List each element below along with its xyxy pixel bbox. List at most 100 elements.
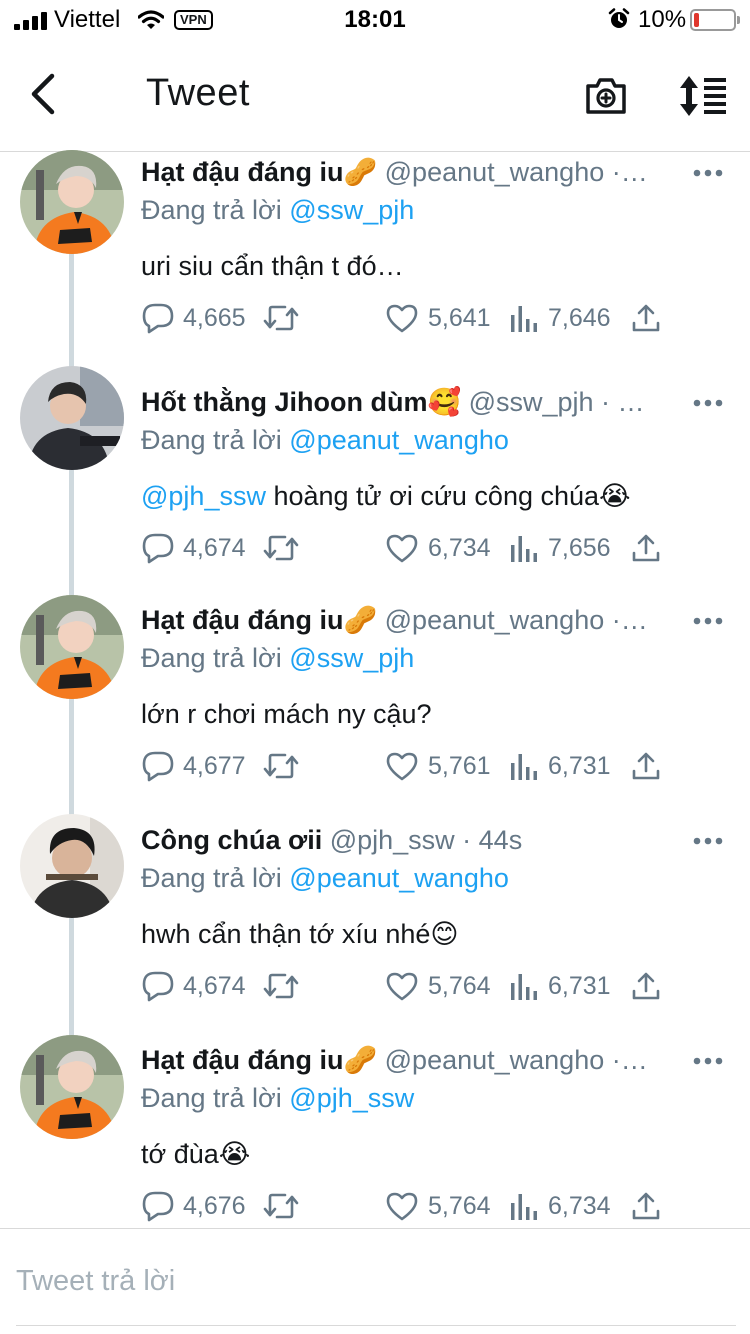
- heart-icon: [386, 1192, 418, 1221]
- heart-icon: [386, 304, 418, 333]
- alarm-icon: [608, 8, 630, 28]
- reply-mention-link[interactable]: @ssw_pjh: [289, 195, 414, 225]
- tweet-body: lớn r chơi mách ny cậu?: [141, 699, 432, 729]
- retweet-button[interactable]: [262, 748, 300, 784]
- retweet-button[interactable]: [262, 1188, 300, 1224]
- share-button[interactable]: [632, 968, 660, 1004]
- retweet-icon: [263, 753, 299, 779]
- author-handle: @pjh_ssw · 44s: [329, 825, 523, 855]
- retweet-icon: [263, 535, 299, 561]
- tweet-text: hwh cẩn thận tớ xíu nhé😊: [141, 914, 459, 954]
- replying-to-label: Đang trả lời: [141, 1083, 282, 1113]
- text-mention-link[interactable]: @pjh_ssw: [141, 481, 266, 511]
- retweet-button[interactable]: [262, 530, 300, 566]
- reply-count: 4,665: [183, 303, 246, 332]
- share-button[interactable]: [632, 748, 660, 784]
- reply-button[interactable]: 4,674: [141, 530, 246, 566]
- tweet-1[interactable]: Hạt đậu đáng iu🥜 @peanut_wangho ·… Đang …: [0, 150, 750, 342]
- more-options-icon[interactable]: [692, 398, 724, 408]
- views-button[interactable]: 6,734: [510, 1188, 611, 1224]
- retweet-button[interactable]: [262, 968, 300, 1004]
- more-options-icon[interactable]: [692, 1056, 724, 1066]
- author-name[interactable]: Hạt đậu đáng iu🥜: [141, 157, 377, 187]
- status-bar: Viettel VPN 18:01 10%: [0, 0, 750, 40]
- tweet-2[interactable]: Hốt thằng Jihoon dùm🥰 @ssw_pjh · … Đang …: [0, 366, 750, 572]
- retweet-icon: [263, 305, 299, 331]
- share-button[interactable]: [632, 530, 660, 566]
- author-handle: @ssw_pjh · …: [468, 387, 645, 417]
- like-button[interactable]: 5,761: [386, 748, 491, 784]
- reply-mention-link[interactable]: @pjh_ssw: [289, 1083, 414, 1113]
- camera-add-icon[interactable]: [584, 74, 628, 116]
- share-button[interactable]: [632, 300, 660, 336]
- views-button[interactable]: 7,646: [510, 300, 611, 336]
- views-button[interactable]: 6,731: [510, 748, 611, 784]
- reply-mention-link[interactable]: @peanut_wangho: [289, 863, 509, 893]
- tweet-actions: 4,674 6,734 7,656: [0, 530, 750, 566]
- reply-mention-link[interactable]: @peanut_wangho: [289, 425, 509, 455]
- views-button[interactable]: 6,731: [510, 968, 611, 1004]
- tweet-header: Công chúa ơii @pjh_ssw · 44s: [141, 820, 689, 860]
- tweet-header: Hạt đậu đáng iu🥜 @peanut_wangho ·…: [141, 152, 689, 192]
- retweet-button[interactable]: [262, 300, 300, 336]
- share-icon: [632, 534, 660, 562]
- reply-button[interactable]: 4,676: [141, 1188, 246, 1224]
- tweet-3[interactable]: Hạt đậu đáng iu🥜 @peanut_wangho ·… Đang …: [0, 595, 750, 790]
- author-name[interactable]: Công chúa ơii: [141, 825, 322, 855]
- like-count: 5,764: [428, 971, 491, 1000]
- like-count: 6,734: [428, 533, 491, 562]
- author-handle: @peanut_wangho ·…: [384, 157, 648, 187]
- tweet-body: tớ đùa😭: [141, 1139, 251, 1169]
- heart-icon: [386, 972, 418, 1001]
- view-count: 6,731: [548, 971, 611, 1000]
- avatar[interactable]: [20, 366, 124, 470]
- reply-icon: [142, 533, 174, 564]
- view-count: 7,646: [548, 303, 611, 332]
- like-button[interactable]: 6,734: [386, 530, 491, 566]
- tweet-5[interactable]: Hạt đậu đáng iu🥜 @peanut_wangho ·… Đang …: [0, 1035, 750, 1230]
- tweet-text: uri siu cẩn thận t đó…: [141, 246, 404, 286]
- battery-icon: [690, 9, 740, 31]
- replying-to-label: Đang trả lời: [141, 195, 282, 225]
- views-chart-icon: [511, 536, 537, 562]
- more-options-icon[interactable]: [692, 168, 724, 178]
- sort-list-icon[interactable]: [676, 74, 728, 118]
- replying-to-label: Đang trả lời: [141, 643, 282, 673]
- reply-button[interactable]: 4,677: [141, 748, 246, 784]
- reply-mention-link[interactable]: @ssw_pjh: [289, 643, 414, 673]
- retweet-icon: [263, 973, 299, 999]
- tweet-actions: 4,665 5,641 7,646: [0, 300, 750, 336]
- reply-input[interactable]: [16, 1259, 736, 1303]
- avatar[interactable]: [20, 595, 124, 699]
- view-count: 6,731: [548, 751, 611, 780]
- tweet-header: Hạt đậu đáng iu🥜 @peanut_wangho ·…: [141, 600, 689, 640]
- like-button[interactable]: 5,764: [386, 1188, 491, 1224]
- avatar[interactable]: [20, 814, 124, 918]
- author-name[interactable]: Hạt đậu đáng iu🥜: [141, 1045, 377, 1075]
- reply-icon: [142, 303, 174, 334]
- tweet-body: uri siu cẩn thận t đó…: [141, 251, 404, 281]
- view-count: 7,656: [548, 533, 611, 562]
- views-button[interactable]: 7,656: [510, 530, 611, 566]
- tweet-4[interactable]: Công chúa ơii @pjh_ssw · 44s Đang trả lờ…: [0, 814, 750, 1010]
- reply-button[interactable]: 4,674: [141, 968, 246, 1004]
- like-button[interactable]: 5,641: [386, 300, 491, 336]
- like-count: 5,641: [428, 303, 491, 332]
- share-icon: [632, 304, 660, 332]
- replying-to: Đang trả lời @ssw_pjh: [141, 638, 414, 678]
- view-count: 6,734: [548, 1191, 611, 1220]
- avatar[interactable]: [20, 150, 124, 254]
- like-button[interactable]: 5,764: [386, 968, 491, 1004]
- back-chevron-icon[interactable]: [22, 72, 66, 116]
- reply-button[interactable]: 4,665: [141, 300, 246, 336]
- avatar[interactable]: [20, 1035, 124, 1139]
- more-options-icon[interactable]: [692, 616, 724, 626]
- author-name[interactable]: Hốt thằng Jihoon dùm🥰: [141, 387, 461, 417]
- more-options-icon[interactable]: [692, 836, 724, 846]
- page-title: Tweet: [146, 72, 250, 114]
- nav-bar: Tweet: [0, 40, 750, 152]
- share-button[interactable]: [632, 1188, 660, 1224]
- author-name[interactable]: Hạt đậu đáng iu🥜: [141, 605, 377, 635]
- replying-to: Đang trả lời @ssw_pjh: [141, 190, 414, 230]
- share-icon: [632, 1192, 660, 1220]
